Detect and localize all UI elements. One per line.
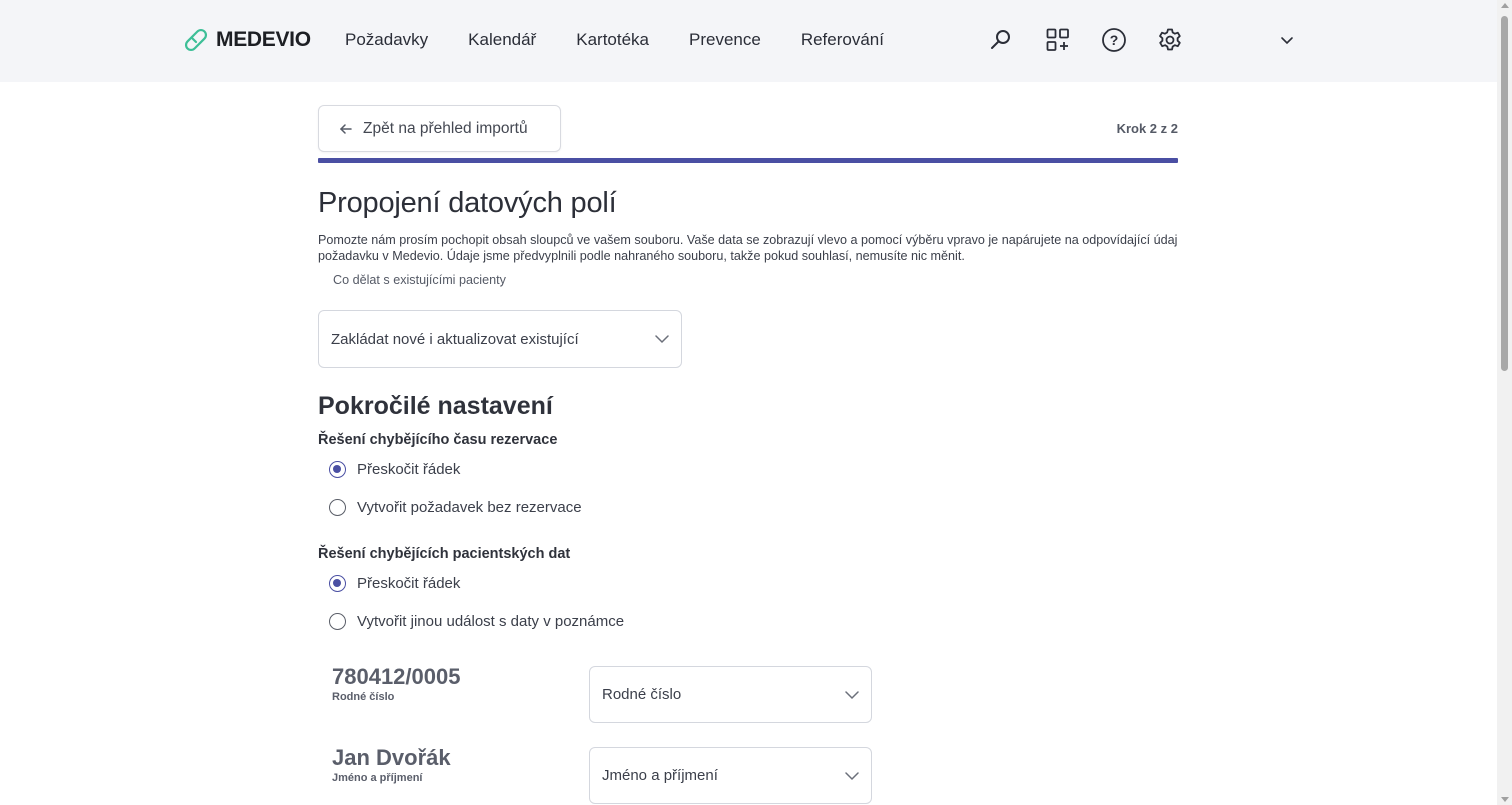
top-navigation-bar: MEDEVIO Požadavky Kalendář Kartotéka Pre… (0, 0, 1497, 82)
page-title: Propojení datových polí (318, 187, 617, 219)
missing-booking-time-label: Řešení chybějícího času rezervace (318, 432, 558, 448)
progress-bar (318, 158, 1178, 163)
mapping-selected-value: Rodné číslo (602, 686, 682, 703)
user-menu-chevron-down-icon[interactable] (1274, 27, 1300, 53)
missing-patient-data-label: Řešení chybějících pacientských dat (318, 546, 571, 562)
radio-create-other-event[interactable]: Vytvořit jinou událost s daty v poznámce (329, 613, 624, 630)
radio-button[interactable] (329, 613, 346, 630)
existing-patients-select[interactable]: Zakládat nové i aktualizovat existující (318, 310, 682, 368)
step-indicator: Krok 2 z 2 (1116, 121, 1178, 136)
radio-skip-row-booking[interactable]: Přeskočit řádek (329, 461, 460, 478)
radio-label: Vytvořit požadavek bez rezervace (357, 499, 582, 516)
radio-button-checked[interactable] (329, 461, 346, 478)
mapping-selected-value: Jméno a příjmení (602, 767, 718, 784)
mapping-source-value: Jan Dvořák (332, 745, 451, 770)
mapping-source-label: Rodné číslo (332, 691, 395, 703)
radio-label: Přeskočit řádek (357, 461, 461, 478)
mapping-source-label: Jméno a příjmení (332, 772, 423, 784)
radio-label: Přeskočit řádek (357, 575, 461, 592)
page-description: Pomozte nám prosím pochopit obsah sloupc… (318, 233, 1178, 263)
page-scrollbar[interactable] (1497, 0, 1512, 805)
nav-item-kartoteka[interactable]: Kartotéka (576, 30, 649, 50)
existing-patients-selected-value: Zakládat nové i aktualizovat existující (331, 330, 579, 348)
scroll-up-arrow-icon[interactable] (1501, 3, 1509, 8)
radio-button[interactable] (329, 499, 346, 516)
radio-skip-row-patient[interactable]: Přeskočit řádek (329, 575, 460, 592)
mapping-source-value: 780412/0005 (332, 664, 461, 689)
advanced-settings-title: Pokročilé nastavení (318, 392, 553, 420)
mapping-target-select[interactable]: Jméno a příjmení (589, 747, 872, 804)
chevron-down-icon (655, 335, 669, 344)
scrollbar-thumb[interactable] (1501, 16, 1508, 371)
chevron-down-icon (845, 690, 859, 699)
nav-item-prevence[interactable]: Prevence (689, 30, 761, 50)
search-icon[interactable] (988, 27, 1014, 53)
settings-icon[interactable] (1157, 27, 1183, 53)
nav-item-kalendar[interactable]: Kalendář (468, 30, 536, 50)
help-icon[interactable]: ? (1101, 27, 1127, 53)
brand-name: MEDEVIO (216, 28, 311, 51)
apps-add-icon[interactable] (1045, 27, 1071, 53)
arrow-left-icon (339, 123, 352, 134)
chevron-down-icon (845, 771, 859, 780)
pill-logo-icon (184, 28, 208, 52)
nav-item-pozadavky[interactable]: Požadavky (345, 30, 428, 50)
scroll-down-arrow-icon[interactable] (1501, 797, 1509, 802)
radio-button-checked[interactable] (329, 575, 346, 592)
radio-label: Vytvořit jinou událost s daty v poznámce (357, 613, 625, 630)
radio-create-request-without-booking[interactable]: Vytvořit požadavek bez rezervace (329, 499, 582, 516)
medevio-logo[interactable]: MEDEVIO (182, 26, 311, 54)
svg-text:?: ? (1110, 32, 1119, 48)
back-button-label: Zpět na přehled importů (363, 119, 528, 137)
main-nav: Požadavky Kalendář Kartotéka Prevence Re… (345, 30, 924, 50)
mapping-target-select[interactable]: Rodné číslo (589, 666, 872, 723)
nav-item-referovani[interactable]: Referování (801, 30, 884, 50)
existing-patients-label: Co dělat s existujícími pacienty (333, 273, 506, 287)
back-to-imports-button[interactable]: Zpět na přehled importů (318, 105, 561, 152)
